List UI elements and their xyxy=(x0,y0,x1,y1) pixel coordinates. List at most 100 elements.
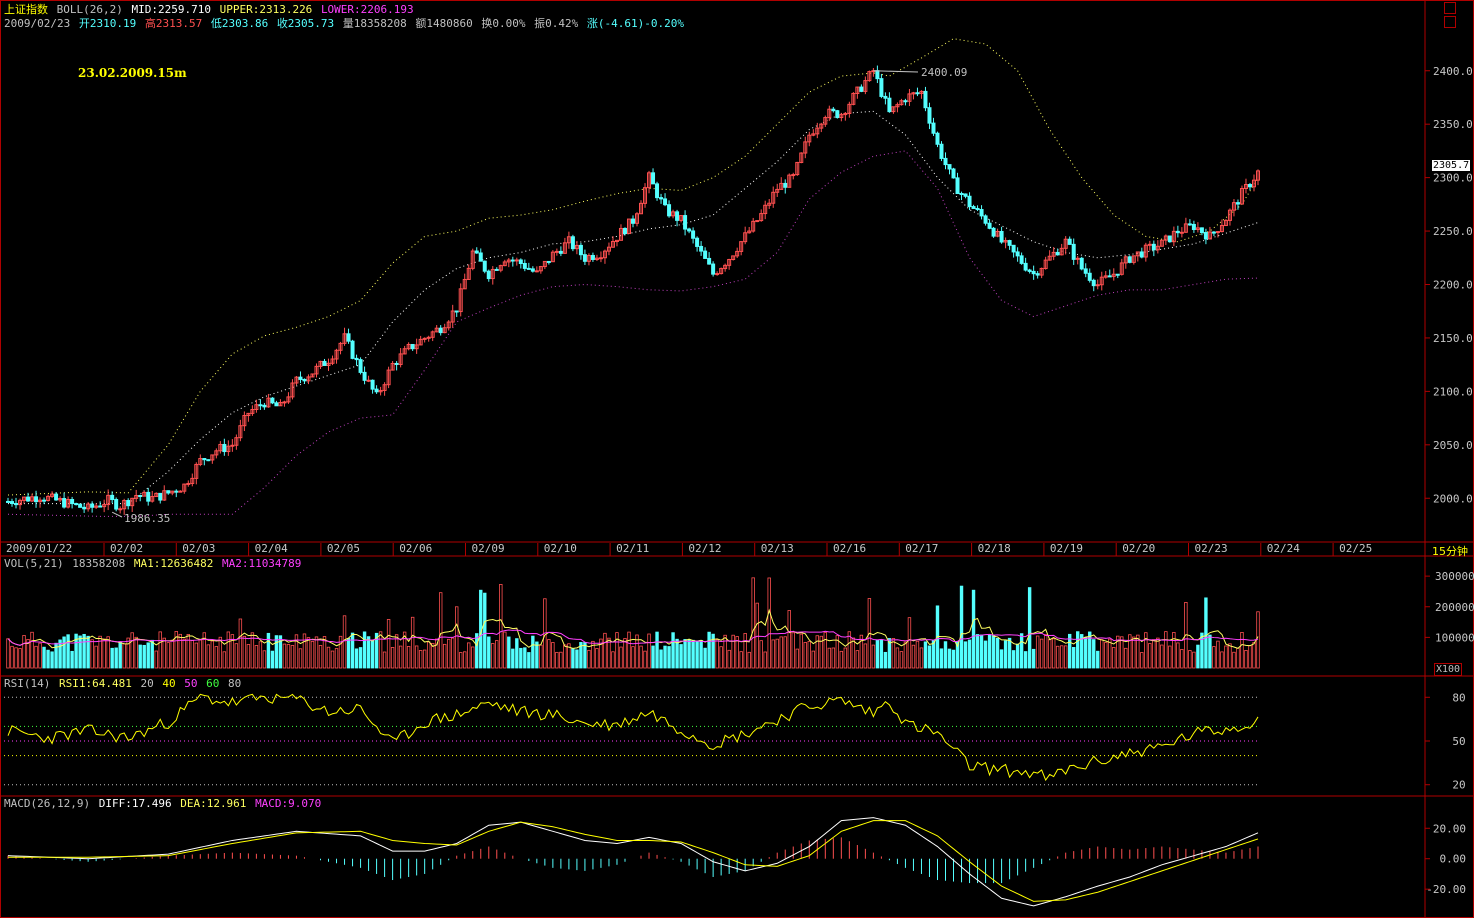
volume-bar xyxy=(687,639,691,669)
volume-bar xyxy=(907,617,912,669)
candle-body xyxy=(166,490,171,494)
volume-bar xyxy=(1055,645,1060,669)
boll-mid-band xyxy=(8,110,1259,505)
volume-bar xyxy=(755,602,759,669)
volume-bar xyxy=(723,634,727,669)
volume-bar xyxy=(338,635,343,669)
volume-bar xyxy=(270,650,275,669)
date-tick-label: 02/23 xyxy=(1195,542,1228,555)
candle-body xyxy=(534,270,539,273)
volume-bar xyxy=(22,635,26,669)
volume-bar xyxy=(1096,650,1100,669)
volume-bar xyxy=(302,633,307,669)
candle-body xyxy=(663,198,668,206)
volume-bar xyxy=(154,650,158,669)
restore-icon[interactable] xyxy=(1444,2,1456,14)
volume-bar xyxy=(871,644,876,669)
date-tick-label: 2009/01/22 xyxy=(6,542,72,555)
volume-bar xyxy=(1023,651,1028,669)
macd-name: MACD(26,12,9) xyxy=(4,797,91,810)
volume-bar xyxy=(587,649,591,669)
candle-body xyxy=(54,493,59,501)
period-label[interactable]: 15分钟 xyxy=(1432,543,1468,559)
rsi-level-50: 50 xyxy=(184,677,198,690)
volume-bar xyxy=(342,615,347,669)
candle-body xyxy=(1027,269,1032,272)
candle-body xyxy=(494,268,499,271)
candle-body xyxy=(74,503,79,506)
candle-body xyxy=(755,220,760,223)
volume-bar xyxy=(1063,645,1068,669)
volume-bar xyxy=(447,638,451,669)
candle-body xyxy=(659,197,664,200)
volume-bar xyxy=(559,651,563,669)
candle-body xyxy=(939,143,944,159)
candle-body xyxy=(622,227,627,235)
volume-bar xyxy=(987,634,992,669)
volume-bar xyxy=(1160,644,1164,669)
candle-body xyxy=(707,257,712,265)
volume-bar xyxy=(262,650,267,669)
candle-body xyxy=(711,263,716,275)
volume-bar xyxy=(459,652,463,669)
candle-body xyxy=(1247,184,1252,188)
candle-body xyxy=(791,174,796,177)
volume-bar xyxy=(1132,636,1136,669)
volume-bar xyxy=(1035,635,1040,669)
candle-body xyxy=(598,257,603,260)
volume-bar xyxy=(1051,638,1056,669)
volume-bar xyxy=(390,647,395,669)
candle-body xyxy=(1023,262,1028,271)
volume-bar xyxy=(511,648,515,669)
vol-tick-label: 300000 xyxy=(1435,570,1474,583)
volume-bar xyxy=(1047,639,1052,669)
volume-bar xyxy=(647,633,651,669)
volume-bar xyxy=(699,640,703,669)
volume-bar xyxy=(426,641,431,669)
volume-bar xyxy=(679,644,683,669)
volume-bar xyxy=(286,644,291,669)
candle-body xyxy=(322,360,327,366)
chart-canvas[interactable]: 2000.0 2050.0 2100.0 2150.0 2200.0 2250.0 2300… xyxy=(0,0,1474,918)
volume-bar xyxy=(703,647,707,669)
candle-body xyxy=(78,503,83,508)
candle-body xyxy=(186,482,191,485)
macd-tick-label: 20.00 xyxy=(1433,822,1466,835)
volume-bar xyxy=(10,645,14,669)
candle-body xyxy=(631,218,635,224)
candle-body xyxy=(1167,235,1172,243)
candle-body xyxy=(202,458,207,461)
date-tick-label: 02/17 xyxy=(905,542,938,555)
candle-body xyxy=(298,376,303,380)
volume-bar xyxy=(1252,642,1256,669)
candle-body xyxy=(554,250,559,253)
date-tick-label: 02/06 xyxy=(399,542,432,555)
rsi-level-20: 20 xyxy=(140,677,154,690)
volume-bar xyxy=(298,648,303,669)
volume-bar xyxy=(418,650,423,669)
volume-bar xyxy=(759,640,763,669)
price-tick-label: 2000.0 xyxy=(1433,492,1473,505)
maximize-icon[interactable] xyxy=(1444,16,1456,28)
volume-bar xyxy=(34,645,38,669)
volume-bar xyxy=(467,642,471,669)
candle-body xyxy=(715,273,720,276)
candle-body xyxy=(691,230,696,239)
volume-bar xyxy=(719,646,723,669)
volume-bar xyxy=(194,642,199,669)
volume-bar xyxy=(707,631,711,669)
candle-body xyxy=(570,236,575,250)
candle-body xyxy=(354,357,359,361)
date-tick-label: 02/02 xyxy=(110,542,143,555)
volume-bar xyxy=(775,638,779,669)
candle-body xyxy=(1007,240,1012,246)
volume-bar xyxy=(306,637,311,669)
volume-bar xyxy=(350,632,355,669)
volume-bar xyxy=(959,585,964,669)
volume-bar xyxy=(831,647,836,669)
candle-body xyxy=(118,508,123,511)
candle-body xyxy=(10,501,15,505)
candle-body xyxy=(1203,232,1208,240)
candle-body xyxy=(70,498,75,505)
low-marker-label: 1986.35 xyxy=(124,512,171,525)
